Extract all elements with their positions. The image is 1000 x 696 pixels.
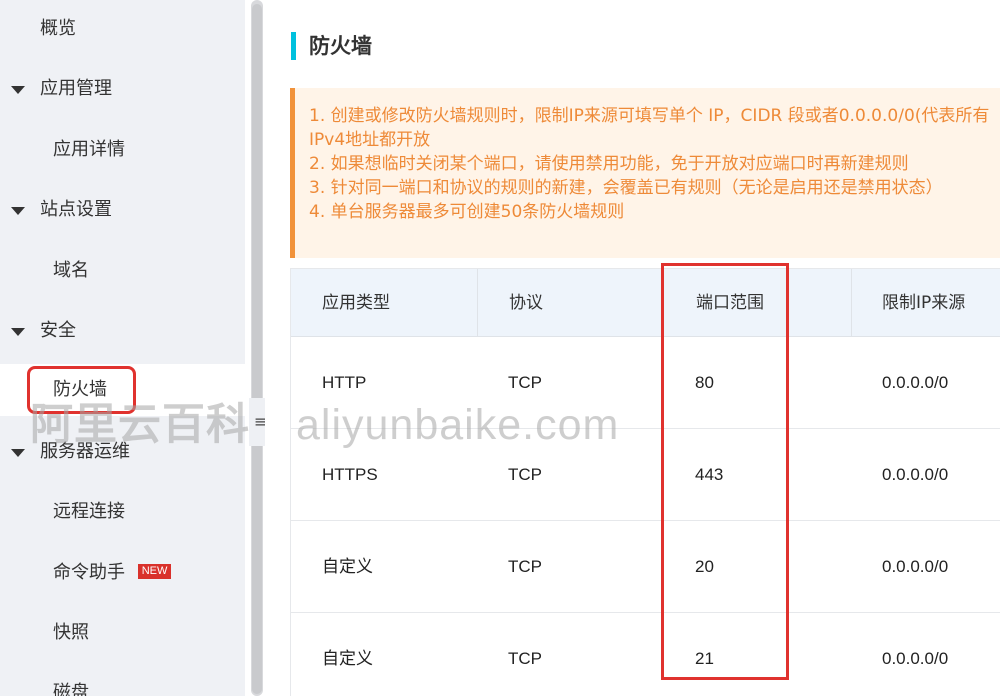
sidebar-item-disk[interactable]: 磁盘	[0, 668, 245, 696]
watermark-domain: aliyunbaike.com	[295, 401, 620, 449]
port-range-highlight-box	[661, 263, 789, 680]
caret-down-icon	[11, 86, 25, 94]
sidebar: 概览 应用管理 应用详情 站点设置 域名 安全 防火墙 服务器运维 远程连接 命…	[0, 0, 245, 696]
sidebar-item-label: 磁盘	[53, 682, 89, 696]
caret-down-icon	[11, 449, 25, 457]
title-accent-bar	[291, 32, 296, 60]
table-header: 应用类型 协议 端口范围 限制IP来源	[291, 269, 1000, 337]
sidebar-item-label: 命令助手	[53, 562, 125, 583]
new-badge: NEW	[137, 564, 172, 579]
sidebar-item-app-details[interactable]: 应用详情	[0, 125, 245, 175]
firewall-notice: 1. 创建或修改防火墙规则时，限制IP来源可填写单个 IP，CIDR 段或者0.…	[290, 88, 1000, 258]
watermark-cn: 阿里云百科	[30, 400, 250, 450]
sidebar-item-label: 站点设置	[40, 199, 112, 220]
sidebar-item-label: 安全	[40, 320, 76, 341]
notice-line: IPv4地址都开放	[309, 130, 431, 150]
table-row: 自定义 TCP 20 0.0.0.0/0	[291, 521, 1000, 613]
column-divider	[851, 269, 852, 337]
cell-protocol: TCP	[508, 557, 542, 576]
sidebar-item-domain[interactable]: 域名	[0, 246, 245, 296]
cell-ip-source: 0.0.0.0/0	[882, 649, 949, 668]
sidebar-item-app-management[interactable]: 应用管理	[0, 64, 245, 114]
page-title: 防火墙	[309, 34, 372, 58]
table-row: 自定义 TCP 21 0.0.0.0/0	[291, 613, 1000, 696]
notice-line: 3. 针对同一端口和协议的规则的新建，会覆盖已有规则（无论是启用还是禁用状态）	[309, 178, 943, 198]
notice-line: 1. 创建或修改防火墙规则时，限制IP来源可填写单个 IP，CIDR 段或者0.…	[309, 106, 990, 126]
sidebar-item-label: 域名	[53, 260, 89, 281]
sidebar-item-site-settings[interactable]: 站点设置	[0, 185, 245, 235]
sidebar-item-snapshot[interactable]: 快照	[0, 608, 245, 658]
sidebar-item-command-assistant[interactable]: 命令助手 NEW	[0, 548, 245, 598]
column-header-ip-source: 限制IP来源	[882, 293, 966, 313]
firewall-rules-table: 应用类型 协议 端口范围 限制IP来源 HTTP TCP 80 0.0.0.0/…	[290, 268, 1000, 696]
sidebar-item-remote-connect[interactable]: 远程连接	[0, 487, 245, 537]
cell-ip-source: 0.0.0.0/0	[882, 373, 949, 392]
sidebar-item-label: 应用详情	[53, 139, 125, 160]
sidebar-item-security[interactable]: 安全	[0, 306, 245, 356]
sidebar-item-overview[interactable]: 概览	[0, 4, 245, 54]
cell-ip-source: 0.0.0.0/0	[882, 465, 949, 484]
sidebar-scrollbar-thumb[interactable]	[252, 4, 262, 694]
sidebar-item-label: 远程连接	[53, 501, 125, 522]
caret-down-icon	[11, 207, 25, 215]
cell-app-type: 自定义	[322, 557, 373, 576]
sidebar-item-label: 应用管理	[40, 78, 112, 99]
column-header-app-type: 应用类型	[322, 293, 390, 313]
notice-line: 4. 单台服务器最多可创建50条防火墙规则	[309, 202, 625, 222]
cell-ip-source: 0.0.0.0/0	[882, 557, 949, 576]
watermark: 阿里云百科 aliyunbaike.com	[30, 400, 619, 450]
cell-protocol: TCP	[508, 649, 542, 668]
column-header-protocol: 协议	[509, 293, 543, 313]
column-divider	[477, 269, 478, 337]
cell-app-type: 自定义	[322, 649, 373, 668]
sidebar-item-label: 概览	[40, 18, 76, 39]
sidebar-item-label: 快照	[53, 622, 89, 643]
notice-line: 2. 如果想临时关闭某个端口，请使用禁用功能，免于开放对应端口时再新建规则	[309, 154, 909, 174]
caret-down-icon	[11, 328, 25, 336]
